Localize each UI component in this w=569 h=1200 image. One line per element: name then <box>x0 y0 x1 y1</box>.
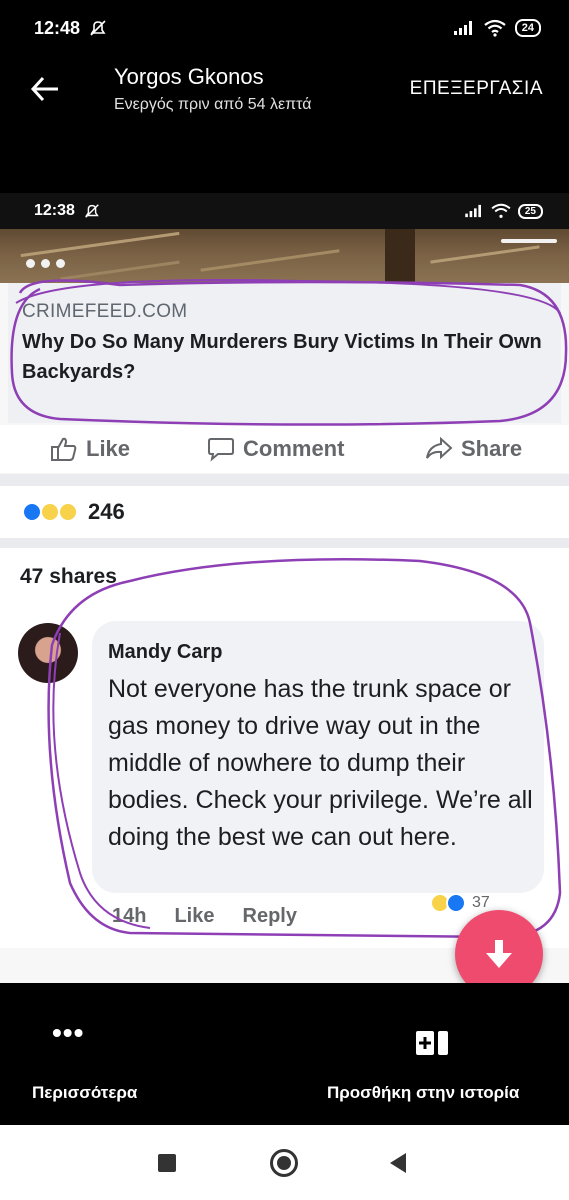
add-to-story-label[interactable]: Προσθήκη στην ιστορία <box>327 1083 519 1103</box>
screenshot-status-time: 12:38 <box>34 202 75 219</box>
status-bar: 12:48 24 <box>0 0 569 56</box>
commenter-name[interactable]: Mandy Carp <box>108 641 222 664</box>
story-progress-bar <box>501 239 557 243</box>
link-source: CRIMEFEED.COM <box>22 301 188 322</box>
wifi-icon <box>484 19 506 37</box>
edit-button[interactable]: ΕΠΕΞΕΡΓΑΣΙΑ <box>410 78 543 100</box>
notifications-off-icon <box>90 20 106 36</box>
recent-apps-icon[interactable] <box>158 1154 176 1172</box>
commenter-avatar[interactable] <box>18 623 78 683</box>
arrow-down-icon <box>486 940 512 968</box>
more-options-label[interactable]: Περισσότερα <box>32 1083 137 1103</box>
comment-time: 14h <box>112 905 147 927</box>
comment-like-button[interactable]: Like <box>174 905 214 928</box>
sad-reaction-icon <box>58 502 78 522</box>
image-dots-icon <box>26 259 65 268</box>
comment-reactions[interactable]: 37 <box>430 893 490 913</box>
link-preview[interactable]: CRIMEFEED.COM Why Do So Many Murderers B… <box>8 283 561 423</box>
comment-like-reaction-icon <box>446 893 466 913</box>
back-triangle-icon[interactable] <box>390 1153 406 1173</box>
shares-count[interactable]: 47 shares <box>20 565 117 589</box>
shared-screenshot: 12:38 25 CRIMEFEED.COM Why Do So Many Mu… <box>0 193 569 983</box>
story-author-name[interactable]: Yorgos Gkonos <box>114 64 264 90</box>
like-reaction-icon <box>22 502 42 522</box>
back-arrow-icon[interactable] <box>28 72 62 106</box>
like-button[interactable]: Like <box>50 436 130 462</box>
share-button[interactable]: Share <box>425 436 522 462</box>
thumbs-up-icon <box>51 437 77 461</box>
comment-reply-button[interactable]: Reply <box>243 905 297 928</box>
signal-icon <box>453 21 472 35</box>
comment-reaction-count: 37 <box>472 894 490 911</box>
home-icon[interactable] <box>270 1149 298 1177</box>
like-label: Like <box>86 436 131 461</box>
reaction-summary[interactable]: 246 <box>0 486 569 538</box>
more-options-icon[interactable]: ••• <box>52 1019 84 1047</box>
share-arrow-icon <box>426 437 453 460</box>
system-navigation-bar <box>0 1125 569 1200</box>
article-image[interactable] <box>0 229 569 283</box>
screenshot-battery-indicator: 25 <box>517 203 543 219</box>
screenshot-status-bar: 12:38 25 <box>0 193 569 229</box>
screenshot-wifi-icon <box>491 203 511 218</box>
status-time: 12:48 <box>34 17 81 38</box>
story-author-status: Ενεργός πριν από 54 λεπτά <box>114 96 312 113</box>
comment-text: Not everyone has the trunk space or gas … <box>108 675 533 851</box>
wow-reaction-icon <box>40 502 60 522</box>
add-to-story-icon[interactable] <box>415 1030 449 1056</box>
link-headline: Why Do So Many Murderers Bury Victims In… <box>22 331 542 383</box>
comment-meta: 14h Like Reply <box>112 905 297 928</box>
story-bottom-bar: ••• Περισσότερα Προσθήκη στην ιστορία <box>0 983 569 1125</box>
comment-label: Comment <box>243 436 345 461</box>
comment-button[interactable]: Comment <box>207 436 344 462</box>
post-actions: Like Comment Share <box>0 425 569 473</box>
story-header: Yorgos Gkonos Ενεργός πριν από 54 λεπτά … <box>0 56 569 126</box>
comment-icon <box>208 438 234 462</box>
screenshot-notifications-off-icon <box>85 204 99 218</box>
share-label: Share <box>461 436 523 461</box>
screenshot-signal-icon <box>465 204 481 218</box>
battery-indicator: 24 <box>514 19 541 37</box>
reaction-count: 246 <box>88 499 125 524</box>
